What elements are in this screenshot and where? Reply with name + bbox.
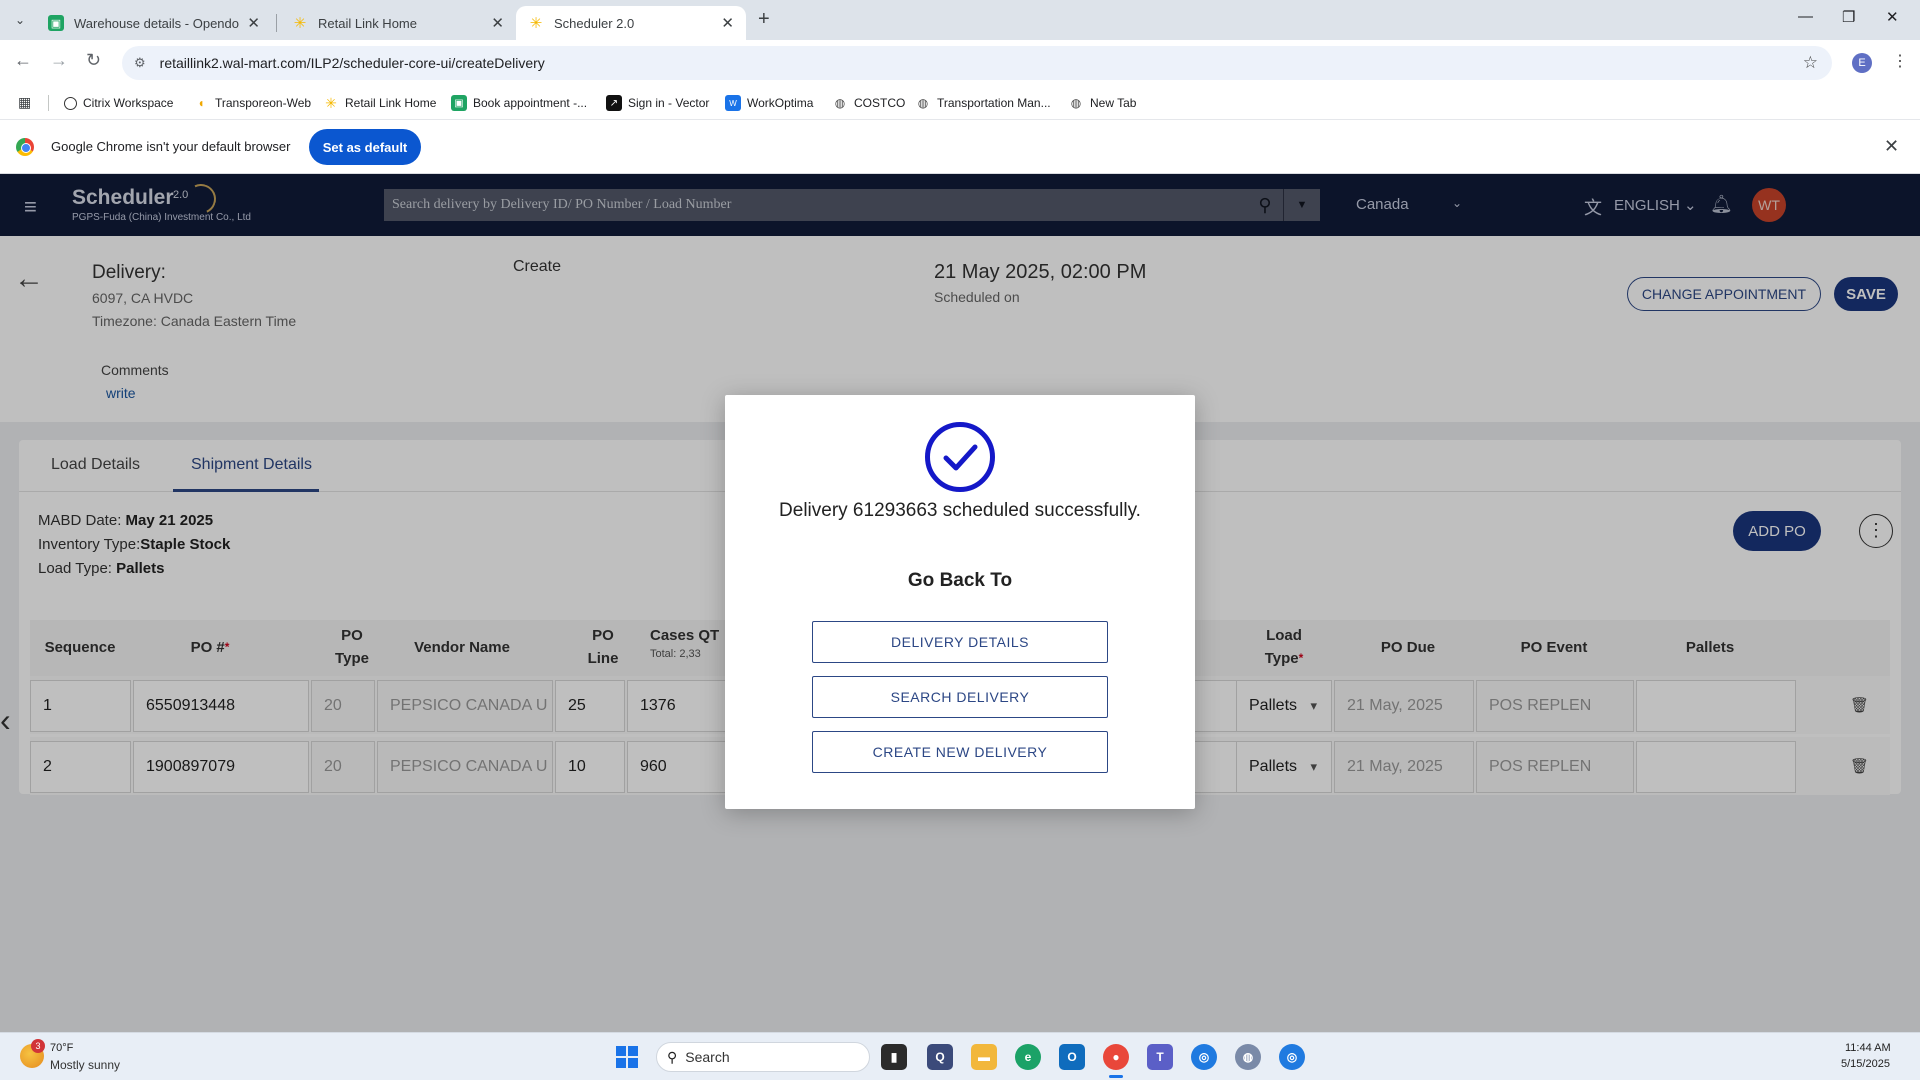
close-tab-icon[interactable]: ✕ [247, 14, 260, 32]
apps-grid-icon[interactable]: ▦ [18, 94, 31, 111]
success-dialog: Delivery 61293663 scheduled successfully… [725, 395, 1195, 809]
address-bar[interactable]: ⚙ retaillink2.wal-mart.com/ILP2/schedule… [122, 46, 1832, 80]
taskbar-search-label: Search [685, 1049, 730, 1065]
profile-avatar[interactable]: E [1852, 53, 1872, 73]
citrix-icon [64, 96, 77, 110]
taskbar-search[interactable]: ⚲ Search [656, 1042, 870, 1072]
bookmark-label: Retail Link Home [345, 96, 437, 110]
browser-tab-warehouse[interactable]: ▣ Warehouse details - Opendock ✕ [36, 6, 272, 40]
bookmark-separator [48, 95, 49, 111]
default-browser-infobar: Google Chrome isn't your default browser… [0, 121, 1920, 174]
back-icon[interactable]: ← [14, 50, 32, 71]
reload-icon[interactable]: ↻ [86, 50, 101, 71]
app-globe-icon[interactable]: ◍ [1235, 1044, 1261, 1070]
tab-title: Warehouse details - Opendock [74, 15, 240, 31]
edge-icon[interactable]: e [1015, 1044, 1041, 1070]
browser-tab-strip: ⌄ ▣ Warehouse details - Opendock ✕ ✳ Ret… [0, 0, 1920, 40]
close-window-icon[interactable]: ✕ [1886, 8, 1899, 26]
workoptima-icon: W [725, 95, 741, 111]
bookmark-workoptima[interactable]: W WorkOptima [725, 86, 813, 120]
checkmark-svg [943, 444, 978, 471]
app-q-icon[interactable]: Q [927, 1044, 953, 1070]
task-view-icon[interactable]: ▮ [881, 1044, 907, 1070]
bookmark-transporeon[interactable]: ◖ Transporeon-Web [193, 86, 311, 120]
walmart-spark-icon: ✳ [529, 15, 543, 32]
close-infobar-icon[interactable]: ✕ [1884, 136, 1899, 157]
bookmark-label: Sign in - Vector [628, 96, 710, 110]
tab-search-icon[interactable]: ⌄ [8, 8, 32, 32]
delivery-details-button[interactable]: DELIVERY DETAILS [812, 621, 1108, 663]
bookmark-costco[interactable]: ◍ COSTCO [832, 86, 906, 120]
bookmark-label: WorkOptima [747, 96, 814, 110]
chrome-logo-icon [16, 138, 34, 156]
opendock-icon: ▣ [451, 95, 467, 111]
search-icon: ⚲ [667, 1048, 678, 1065]
globe-icon: ◍ [917, 96, 929, 110]
infobar-message: Google Chrome isn't your default browser [51, 139, 291, 154]
browser-tab-retail-link[interactable]: ✳ Retail Link Home ✕ [280, 6, 516, 40]
weather-temperature[interactable]: 70°F [50, 1042, 73, 1054]
tab-title: Retail Link Home [318, 15, 417, 31]
clock-time[interactable]: 11:44 AM [1845, 1042, 1891, 1054]
bookmark-label: Book appointment -... [473, 96, 588, 110]
app-swirl-icon[interactable]: ◎ [1191, 1044, 1217, 1070]
globe-icon: ◍ [1070, 96, 1082, 110]
opendock-icon: ▣ [48, 15, 64, 31]
close-tab-icon[interactable]: ✕ [491, 14, 504, 32]
search-delivery-button[interactable]: SEARCH DELIVERY [812, 676, 1108, 718]
browser-menu-icon[interactable]: ⋮ [1892, 51, 1908, 71]
bookmark-label: Transportation Man... [937, 96, 1051, 110]
bookmark-book-appointment[interactable]: ▣ Book appointment -... [451, 86, 587, 120]
bookmark-citrix[interactable]: Citrix Workspace [64, 86, 173, 120]
forward-icon[interactable]: → [50, 50, 68, 71]
bookmark-retail-link[interactable]: ✳ Retail Link Home [323, 86, 436, 120]
site-info-icon[interactable]: ⚙ [134, 55, 146, 71]
bookmark-label: New Tab [1090, 96, 1137, 110]
bookmark-label: Transporeon-Web [215, 96, 312, 110]
restore-icon[interactable]: ❐ [1842, 8, 1855, 26]
outlook-icon[interactable]: O [1059, 1044, 1085, 1070]
bookmark-label: COSTCO [854, 96, 906, 110]
chrome-icon[interactable]: ● [1103, 1044, 1129, 1078]
create-new-delivery-button[interactable]: CREATE NEW DELIVERY [812, 731, 1108, 773]
browser-toolbar: ← → ↻ ⚙ retaillink2.wal-mart.com/ILP2/sc… [0, 40, 1920, 86]
walmart-spark-icon: ✳ [325, 94, 337, 111]
browser-tab-scheduler[interactable]: ✳ Scheduler 2.0 ✕ [516, 6, 746, 40]
set-default-button[interactable]: Set as default [309, 129, 421, 165]
url-text[interactable]: retaillink2.wal-mart.com/ILP2/scheduler-… [160, 55, 545, 71]
globe-icon: ◍ [834, 96, 846, 110]
check-circle-icon [925, 422, 995, 492]
close-tab-icon[interactable]: ✕ [721, 14, 734, 32]
bookmarks-bar: ▦ Citrix Workspace ◖ Transporeon-Web ✳ R… [0, 86, 1920, 120]
new-tab-icon[interactable]: + [758, 8, 770, 31]
windows-start-icon[interactable] [616, 1046, 638, 1068]
bookmark-label: Citrix Workspace [83, 96, 174, 110]
vector-icon: ↗ [606, 95, 622, 111]
bookmark-vector[interactable]: ↗ Sign in - Vector [606, 86, 709, 120]
go-back-heading: Go Back To [907, 570, 1013, 591]
clock-date[interactable]: 5/15/2025 [1841, 1058, 1890, 1070]
weather-description[interactable]: Mostly sunny [50, 1058, 120, 1072]
bookmark-new-tab[interactable]: ◍ New Tab [1068, 86, 1137, 120]
walmart-spark-icon: ✳ [293, 15, 307, 32]
tab-title: Scheduler 2.0 [554, 15, 635, 31]
file-explorer-icon[interactable]: ▬ [971, 1044, 997, 1070]
bookmark-transportation[interactable]: ◍ Transportation Man... [915, 86, 1051, 120]
minimize-icon[interactable]: — [1798, 8, 1813, 25]
teams-icon[interactable]: T [1147, 1044, 1173, 1070]
transporeon-icon: ◖ [197, 96, 205, 110]
bookmark-star-icon[interactable]: ☆ [1803, 53, 1818, 73]
tab-separator [276, 14, 277, 32]
success-message: Delivery 61293663 scheduled successfully… [779, 500, 1141, 521]
windows-taskbar: 3 70°F Mostly sunny ⚲ Search ▮ Q ▬ e O ●… [0, 1032, 1920, 1080]
app-swirl-icon[interactable]: ◎ [1279, 1044, 1305, 1070]
weather-badge: 3 [31, 1039, 45, 1053]
